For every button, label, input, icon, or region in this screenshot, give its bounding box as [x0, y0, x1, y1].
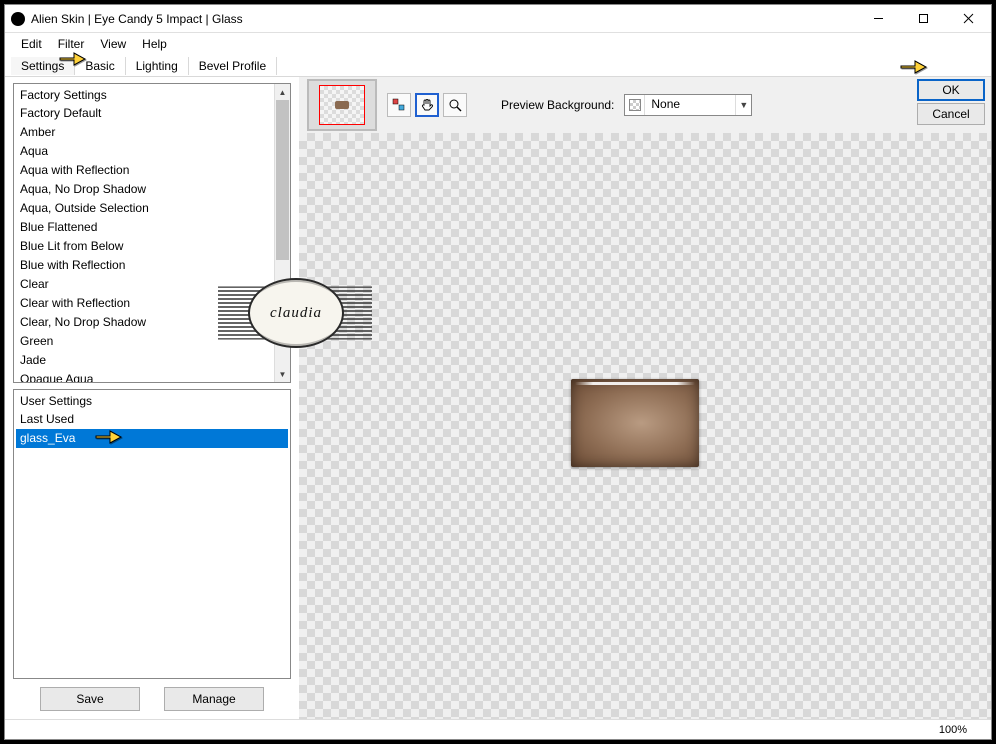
zoom-level: 100% — [939, 724, 967, 736]
user-header: User Settings — [16, 394, 288, 410]
thumbnail[interactable] — [307, 79, 377, 131]
settings-buttons: Save Manage — [13, 687, 291, 711]
cancel-button[interactable]: Cancel — [917, 103, 985, 125]
preview-object — [571, 379, 699, 467]
list-item[interactable]: Amber — [16, 123, 272, 142]
titlebar: Alien Skin | Eye Candy 5 Impact | Glass — [5, 5, 991, 33]
minimize-button[interactable] — [856, 5, 901, 33]
app-icon — [11, 12, 25, 26]
factory-settings-list[interactable]: Factory Settings Factory Default Amber A… — [13, 83, 291, 383]
menu-help[interactable]: Help — [134, 35, 175, 53]
list-item[interactable]: Blue Lit from Below — [16, 237, 272, 256]
tabstrip: Settings Basic Lighting Bevel Profile — [5, 55, 991, 77]
preview-bg-select[interactable]: None ▼ — [624, 94, 752, 116]
tool-zoom[interactable] — [443, 93, 467, 117]
list-item[interactable]: Blue Flattened — [16, 218, 272, 237]
list-item[interactable]: Blue with Reflection — [16, 256, 272, 275]
chevron-down-icon: ▼ — [735, 95, 751, 115]
list-item[interactable]: Opaque Aqua — [16, 370, 272, 382]
menu-filter[interactable]: Filter — [50, 35, 93, 53]
window-title: Alien Skin | Eye Candy 5 Impact | Glass — [31, 12, 243, 26]
minimize-icon — [873, 13, 884, 24]
zoom-icon — [448, 98, 462, 112]
scroll-thumb[interactable] — [276, 100, 289, 260]
menu-edit[interactable]: Edit — [13, 35, 50, 53]
tab-settings[interactable]: Settings — [11, 57, 75, 75]
list-item-selected[interactable]: glass_Eva — [16, 429, 288, 448]
scrollbar[interactable]: ▲ ▼ — [274, 84, 290, 382]
close-button[interactable] — [946, 5, 991, 33]
list-item[interactable]: Factory Default — [16, 104, 272, 123]
settings-panel: Factory Settings Factory Default Amber A… — [5, 77, 299, 719]
menubar: Edit Filter View Help — [5, 33, 991, 55]
app-window: Alien Skin | Eye Candy 5 Impact | Glass … — [4, 4, 992, 740]
save-button[interactable]: Save — [40, 687, 140, 711]
ok-button[interactable]: OK — [917, 79, 985, 101]
statusbar: 100% — [5, 719, 991, 739]
menu-view[interactable]: View — [92, 35, 134, 53]
list-item[interactable]: Clear with Reflection — [16, 294, 272, 313]
list-item[interactable]: Aqua, No Drop Shadow — [16, 180, 272, 199]
transparency-swatch-icon — [629, 99, 641, 111]
maximize-button[interactable] — [901, 5, 946, 33]
list-item[interactable]: Green — [16, 332, 272, 351]
preview-bg-value: None — [645, 95, 735, 115]
color-sample-icon — [392, 98, 406, 112]
scroll-track[interactable] — [275, 100, 290, 366]
preview-toolbar: Preview Background: None ▼ OK Cancel — [299, 77, 991, 133]
preview-panel: Preview Background: None ▼ OK Cancel — [299, 77, 991, 719]
user-settings-list[interactable]: User Settings Last Used glass_Eva — [13, 389, 291, 679]
tool-color-sample[interactable] — [387, 93, 411, 117]
scroll-up-icon[interactable]: ▲ — [275, 84, 290, 100]
list-item[interactable]: Clear — [16, 275, 272, 294]
tab-lighting[interactable]: Lighting — [126, 57, 189, 75]
factory-header: Factory Settings — [16, 88, 272, 104]
close-icon — [963, 13, 974, 24]
tab-basic[interactable]: Basic — [75, 57, 125, 75]
content-area: Factory Settings Factory Default Amber A… — [5, 77, 991, 719]
tool-hand[interactable] — [415, 93, 439, 117]
preview-bg-label: Preview Background: — [501, 98, 614, 112]
scroll-down-icon[interactable]: ▼ — [275, 366, 290, 382]
list-item[interactable]: Aqua — [16, 142, 272, 161]
preview-canvas[interactable] — [299, 133, 991, 719]
list-item[interactable]: Clear, No Drop Shadow — [16, 313, 272, 332]
list-item[interactable]: Jade — [16, 351, 272, 370]
list-item[interactable]: Aqua with Reflection — [16, 161, 272, 180]
manage-button[interactable]: Manage — [164, 687, 264, 711]
maximize-icon — [918, 13, 929, 24]
list-item[interactable]: Last Used — [16, 410, 288, 429]
tab-bevel-profile[interactable]: Bevel Profile — [189, 57, 277, 75]
list-item[interactable]: Aqua, Outside Selection — [16, 199, 272, 218]
hand-icon — [420, 98, 434, 112]
